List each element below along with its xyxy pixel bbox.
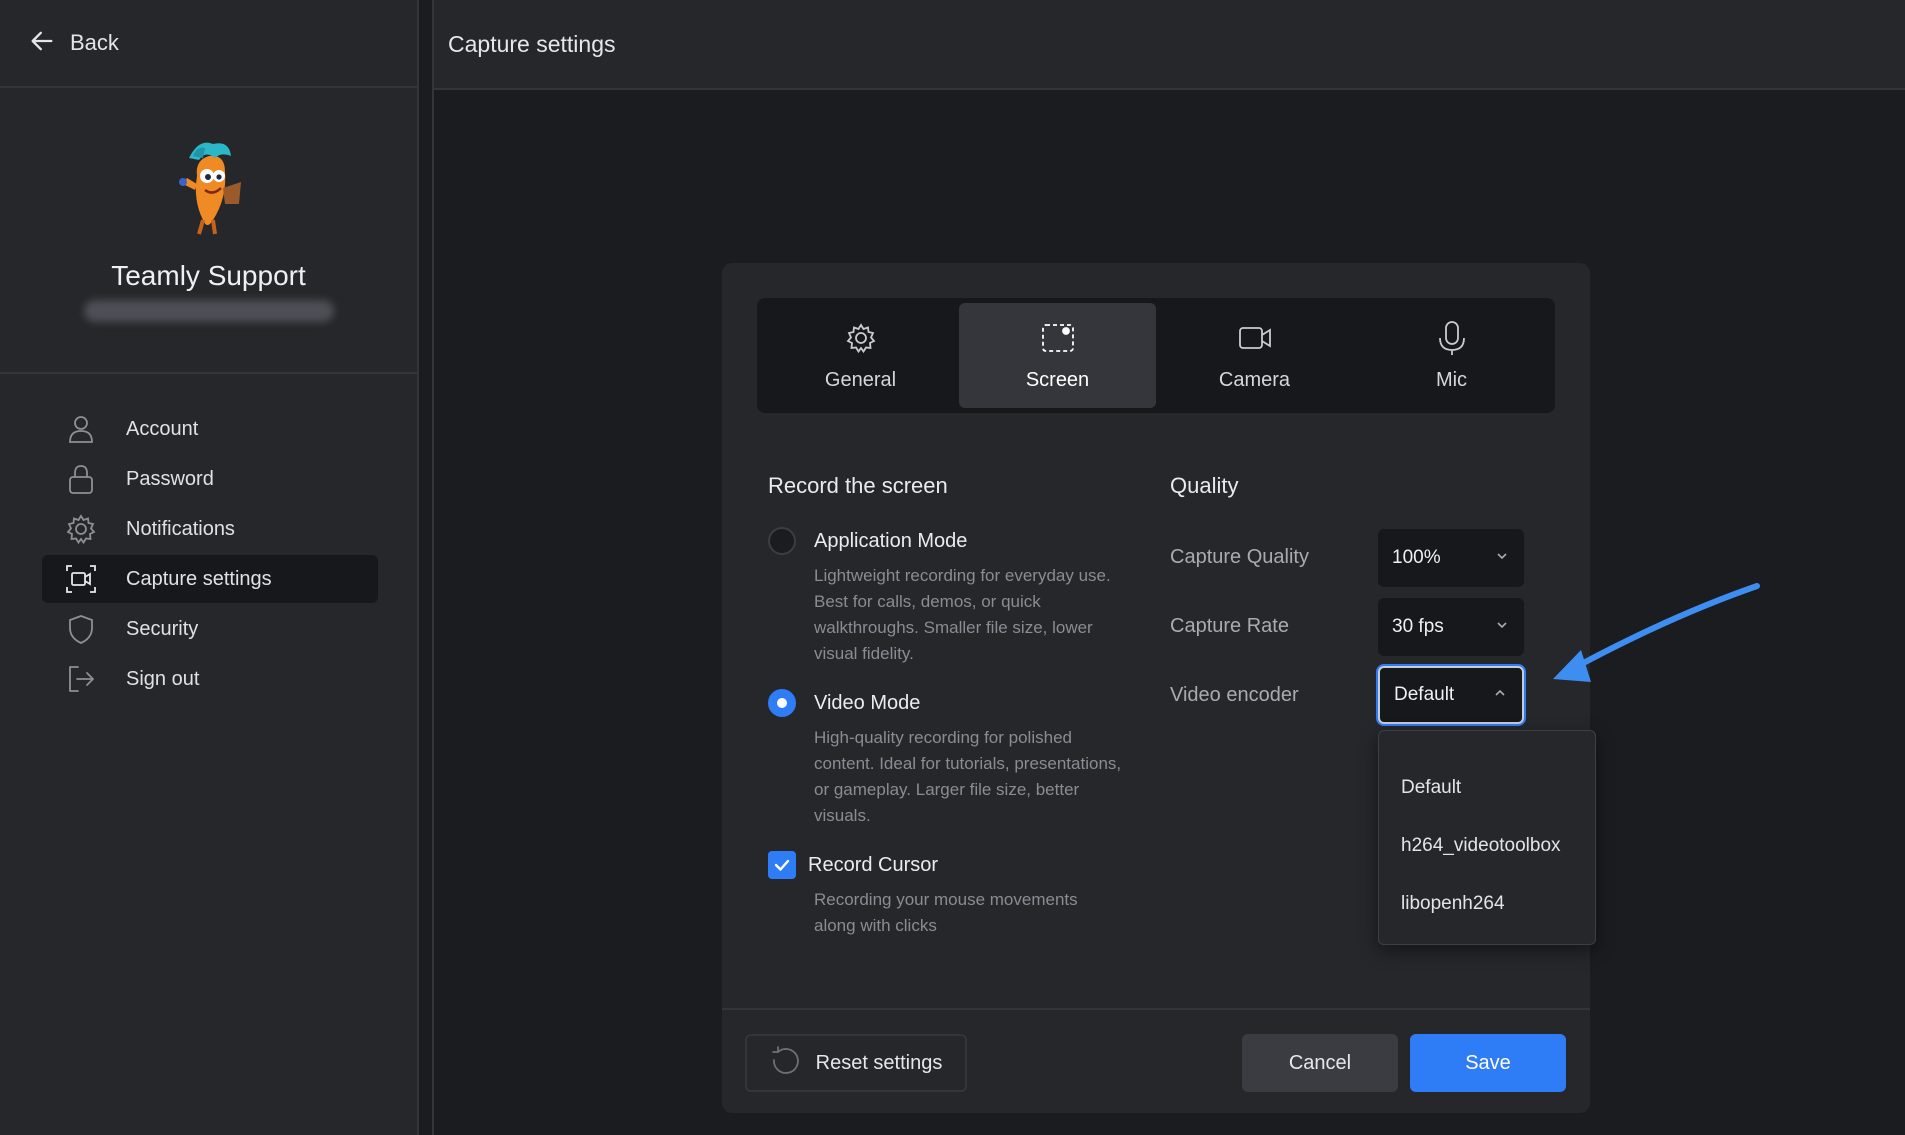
radio-label: Video Mode: [814, 691, 921, 714]
record-section-title: Record the screen: [768, 473, 948, 498]
sidebar-item-password[interactable]: Password: [42, 455, 378, 503]
carrot-mascot-icon: [169, 138, 249, 238]
profile-card: Teamly Support: [0, 88, 417, 374]
sidebar-item-label: Notifications: [126, 517, 235, 540]
sidebar-item-label: Account: [126, 417, 199, 440]
application-mode-description: Lightweight recording for everyday use. …: [814, 566, 1111, 663]
reset-settings-button[interactable]: Reset settings: [745, 1034, 967, 1092]
tab-label: General: [824, 368, 897, 391]
radio-button[interactable]: [768, 689, 796, 717]
chevron-up-icon: [1492, 685, 1508, 706]
panel-footer: Reset settings Cancel Save: [722, 1008, 1590, 1113]
arrow-left-icon: [28, 27, 56, 60]
cancel-button[interactable]: Cancel: [1242, 1034, 1398, 1092]
screen-select-icon: [1040, 320, 1076, 369]
tab-mic[interactable]: Mic: [1353, 303, 1550, 408]
gear-icon: [64, 512, 98, 546]
reset-settings-label: Reset settings: [815, 1051, 943, 1074]
gear-icon: [843, 320, 879, 369]
tab-label: Camera: [1218, 368, 1291, 391]
radio-button[interactable]: [768, 527, 796, 555]
sidebar-item-notifications[interactable]: Notifications: [42, 505, 378, 553]
sidebar-item-account[interactable]: Account: [42, 405, 378, 453]
quality-section-title: Quality: [1170, 473, 1239, 498]
application-mode-radio[interactable]: Application Mode: [768, 527, 967, 555]
sidebar-item-label: Security: [126, 617, 199, 640]
screen-capture-icon: [64, 562, 98, 596]
video-mode-description: High-quality recording for polished cont…: [814, 728, 1122, 825]
select-value: Default: [1394, 684, 1455, 705]
page-title: Capture settings: [448, 30, 616, 57]
page-header: Capture settings: [432, 0, 1905, 90]
shield-icon: [64, 612, 98, 646]
save-button[interactable]: Save: [1410, 1034, 1566, 1092]
back-label: Back: [70, 30, 119, 55]
sign-out-icon: [64, 662, 98, 696]
sidebar-item-label: Password: [126, 467, 214, 490]
sidebar-item-label: Capture settings: [126, 567, 272, 590]
select-value: 100%: [1392, 547, 1441, 568]
dropdown-option-h264-videotoolbox[interactable]: h264_videotoolbox: [1379, 817, 1595, 875]
sidebar-item-security[interactable]: Security: [42, 605, 378, 653]
record-cursor-description: Recording your mouse movements along wit…: [814, 890, 1078, 935]
tab-general[interactable]: General: [762, 303, 959, 408]
dropdown-option-default[interactable]: Default: [1379, 759, 1595, 817]
sidebar: Back Teamly Support Account Password Not…: [0, 0, 419, 1135]
sidebar-item-label: Sign out: [126, 667, 200, 690]
sidebar-item-capture-settings[interactable]: Capture settings: [42, 555, 378, 603]
back-button[interactable]: Back: [0, 0, 417, 88]
reset-icon: [770, 1044, 816, 1082]
tab-label: Mic: [1435, 368, 1468, 391]
chevron-down-icon: [1494, 617, 1510, 638]
capture-quality-label: Capture Quality: [1170, 546, 1309, 568]
profile-email-redacted: [83, 300, 334, 322]
capture-rate-select[interactable]: 30 fps: [1378, 598, 1524, 656]
video-encoder-select[interactable]: Default: [1378, 666, 1524, 724]
sidebar-item-sign-out[interactable]: Sign out: [42, 655, 378, 703]
checkbox-label: Record Cursor: [808, 853, 939, 876]
lock-icon: [64, 462, 98, 496]
video-encoder-label: Video encoder: [1170, 684, 1299, 706]
select-value: 30 fps: [1392, 616, 1444, 637]
record-cursor-checkbox[interactable]: Record Cursor: [768, 851, 938, 879]
camera-icon: [1237, 320, 1273, 369]
capture-settings-panel: General Screen Camera Mic Record the scr…: [722, 263, 1596, 1113]
video-mode-radio[interactable]: Video Mode: [768, 689, 920, 717]
capture-quality-select[interactable]: 100%: [1378, 529, 1524, 587]
user-icon: [64, 412, 98, 446]
annotation-arrow-icon: [1553, 583, 1760, 682]
video-encoder-dropdown: Default h264_videotoolbox libopenh264: [1378, 730, 1596, 945]
sidebar-nav: Account Password Notifications Capture s…: [42, 405, 378, 705]
profile-name: Teamly Support: [111, 260, 306, 291]
tab-camera[interactable]: Camera: [1156, 303, 1353, 408]
checkmark-icon: [774, 859, 790, 871]
dropdown-option-libopenh264[interactable]: libopenh264: [1379, 875, 1595, 933]
tab-screen[interactable]: Screen: [959, 303, 1156, 408]
settings-tabs: General Screen Camera Mic: [757, 298, 1555, 413]
radio-label: Application Mode: [814, 529, 968, 552]
chevron-down-icon: [1494, 548, 1510, 569]
tab-label: Screen: [1025, 368, 1090, 391]
checkbox[interactable]: [768, 851, 796, 879]
capture-rate-label: Capture Rate: [1170, 615, 1289, 637]
microphone-icon: [1434, 320, 1470, 369]
